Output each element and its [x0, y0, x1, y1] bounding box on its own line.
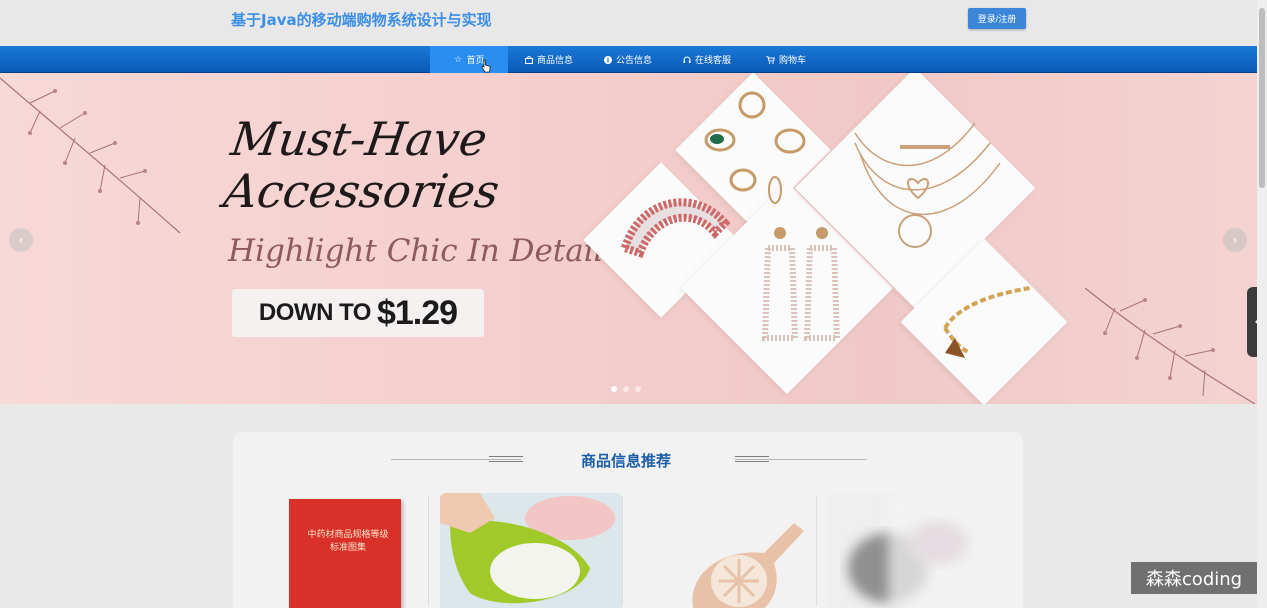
- nav-item-announcements[interactable]: 公告信息: [603, 46, 652, 73]
- jewelry-illustration: [620, 91, 1031, 358]
- carousel-prev-button[interactable]: ‹: [9, 228, 33, 252]
- nav-item-online-service[interactable]: 在线客服: [682, 46, 731, 73]
- price-callout: DOWN TO $1.29: [232, 289, 484, 337]
- product-card[interactable]: [440, 493, 622, 608]
- cart-icon: [766, 55, 775, 64]
- title-ornament-left: [489, 456, 523, 462]
- product-image-book: 中药材商品规格等级标准图集: [289, 499, 401, 608]
- chevron-left-icon: ‹: [18, 233, 24, 247]
- title-divider-right: [735, 459, 867, 460]
- nav-item-home[interactable]: ☆ 首页: [430, 46, 508, 73]
- nav-item-products[interactable]: 商品信息: [524, 46, 573, 73]
- price-value: $1.29: [376, 293, 458, 332]
- product-image-egg-separator: [692, 523, 804, 608]
- headset-icon: [682, 56, 691, 64]
- price-prefix: DOWN TO: [258, 299, 372, 326]
- card-divider: [622, 496, 623, 606]
- chevron-right-icon: ›: [1232, 233, 1238, 247]
- star-icon: ☆: [453, 54, 463, 65]
- carousel-indicators: [611, 386, 641, 392]
- product-card[interactable]: 中药材商品规格等级标准图集: [244, 493, 426, 608]
- video-watermark: 森森coding: [1131, 562, 1257, 594]
- info-icon: [603, 55, 612, 64]
- nav-item-cart[interactable]: 购物车: [766, 46, 806, 73]
- product-card[interactable]: [634, 493, 816, 608]
- page-scrollbar[interactable]: [1257, 0, 1267, 608]
- nav-item-label: 商品信息: [537, 56, 574, 66]
- product-card[interactable]: [828, 493, 1010, 608]
- site-title[interactable]: 基于Java的移动端购物系统设计与实现: [231, 9, 492, 30]
- banner-script-title: Must-Have Accessories: [220, 112, 503, 218]
- mouse-cursor-icon: [481, 59, 491, 73]
- carousel-dot[interactable]: [623, 386, 629, 392]
- card-divider: [816, 496, 817, 606]
- carousel-dot[interactable]: [635, 386, 641, 392]
- product-image-blurred: [848, 493, 1010, 608]
- book-cover-title: 中药材商品规格等级标准图集: [307, 530, 389, 553]
- carousel-dot[interactable]: [611, 386, 617, 392]
- nav-item-label: 购物车: [779, 56, 807, 66]
- carousel-next-button[interactable]: ›: [1223, 228, 1247, 252]
- banner-subtitle: Highlight Chic In Details: [228, 233, 620, 269]
- scrollbar-thumb[interactable]: [1259, 8, 1265, 188]
- nav-item-label: 在线客服: [695, 56, 732, 66]
- promo-banner-carousel[interactable]: Must-Have Accessories Highlight Chic In …: [0, 73, 1257, 404]
- nav-item-label: 公告信息: [616, 56, 653, 66]
- section-title: 商品信息推荐: [581, 452, 672, 470]
- branch-decoration-left: [0, 77, 181, 234]
- login-register-button[interactable]: 登录/注册: [968, 8, 1026, 29]
- branch-decoration-right: [1084, 287, 1256, 404]
- product-image-colander: [440, 493, 622, 608]
- main-nav: ☆ 首页 商品信息 公告信息 在线客服 购物车: [0, 46, 1257, 73]
- top-header: 基于Java的移动端购物系统设计与实现 登录/注册: [0, 0, 1257, 46]
- bag-icon: [524, 55, 533, 64]
- card-divider: [428, 496, 429, 606]
